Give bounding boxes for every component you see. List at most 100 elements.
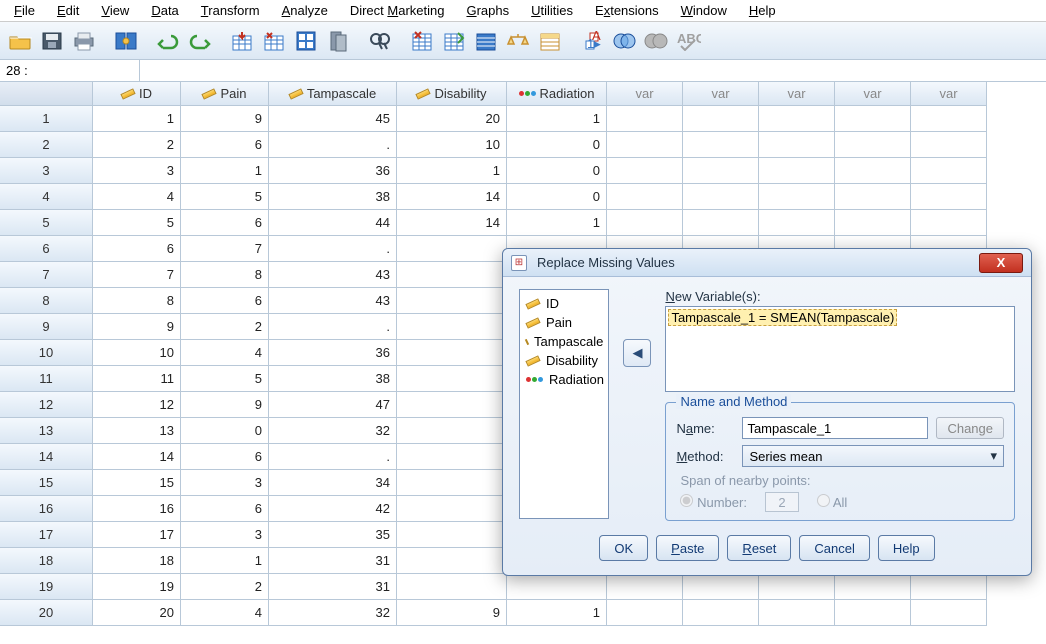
var-item-id[interactable]: ID — [524, 294, 604, 313]
cell[interactable] — [397, 444, 507, 470]
row-header[interactable]: 18 — [0, 548, 93, 574]
print-icon[interactable] — [70, 27, 98, 55]
cell[interactable]: 43 — [269, 288, 397, 314]
row-header[interactable]: 14 — [0, 444, 93, 470]
cell[interactable]: 6 — [181, 288, 269, 314]
menu-extensions[interactable]: Extensions — [585, 1, 669, 20]
col-header-id[interactable]: ID — [93, 82, 181, 106]
col-header-var[interactable]: var — [835, 82, 911, 106]
cell[interactable]: 8 — [93, 288, 181, 314]
cell[interactable] — [683, 158, 759, 184]
variables-icon[interactable] — [292, 27, 320, 55]
cell[interactable]: 0 — [507, 184, 607, 210]
cell[interactable] — [835, 210, 911, 236]
cell[interactable]: 47 — [269, 392, 397, 418]
cell[interactable]: 2 — [181, 574, 269, 600]
find-icon[interactable] — [366, 27, 394, 55]
col-header-var[interactable]: var — [911, 82, 987, 106]
cell[interactable]: 0 — [507, 132, 607, 158]
cell[interactable]: 14 — [397, 210, 507, 236]
cell[interactable]: 3 — [181, 522, 269, 548]
row-header[interactable]: 8 — [0, 288, 93, 314]
goto-var-icon[interactable] — [260, 27, 288, 55]
col-header-var[interactable]: var — [683, 82, 759, 106]
ok-button[interactable]: OK — [599, 535, 648, 561]
cell[interactable] — [397, 522, 507, 548]
var-item-pain[interactable]: Pain — [524, 313, 604, 332]
paste-button[interactable]: Paste — [656, 535, 719, 561]
cell[interactable] — [607, 158, 683, 184]
help-button[interactable]: Help — [878, 535, 935, 561]
move-left-button[interactable]: ◀ — [623, 339, 651, 367]
cell[interactable] — [759, 158, 835, 184]
col-header-var[interactable]: var — [759, 82, 835, 106]
col-header-tampascale[interactable]: Tampascale — [269, 82, 397, 106]
row-header[interactable]: 10 — [0, 340, 93, 366]
menu-transform[interactable]: Transform — [191, 1, 270, 20]
cell[interactable]: 42 — [269, 496, 397, 522]
cell[interactable] — [911, 106, 987, 132]
cell[interactable] — [397, 574, 507, 600]
cell[interactable]: 6 — [181, 210, 269, 236]
cell[interactable]: 45 — [269, 106, 397, 132]
cell[interactable]: 11 — [93, 366, 181, 392]
redo-icon[interactable] — [186, 27, 214, 55]
cell[interactable]: 14 — [397, 184, 507, 210]
cell[interactable]: 36 — [269, 158, 397, 184]
cell[interactable]: . — [269, 236, 397, 262]
cell[interactable] — [397, 340, 507, 366]
cell[interactable]: 0 — [181, 418, 269, 444]
row-header[interactable]: 3 — [0, 158, 93, 184]
cell[interactable]: 38 — [269, 366, 397, 392]
cell[interactable]: 34 — [269, 470, 397, 496]
save-icon[interactable] — [38, 27, 66, 55]
cell[interactable]: 35 — [269, 522, 397, 548]
menu-analyze[interactable]: Analyze — [272, 1, 338, 20]
cell[interactable] — [397, 470, 507, 496]
cell[interactable] — [911, 210, 987, 236]
cell[interactable]: 36 — [269, 340, 397, 366]
value-labels-icon[interactable] — [536, 27, 564, 55]
row-header[interactable]: 11 — [0, 366, 93, 392]
cell[interactable]: . — [269, 132, 397, 158]
cell[interactable]: 3 — [93, 158, 181, 184]
menu-utilities[interactable]: Utilities — [521, 1, 583, 20]
cell[interactable] — [835, 574, 911, 600]
cell[interactable] — [507, 574, 607, 600]
col-header-radiation[interactable]: Radiation — [507, 82, 607, 106]
select-cases-icon[interactable] — [440, 27, 468, 55]
cell[interactable] — [607, 574, 683, 600]
cell[interactable] — [683, 184, 759, 210]
cell[interactable]: 3 — [181, 470, 269, 496]
cell[interactable]: 20 — [397, 106, 507, 132]
cell[interactable] — [397, 262, 507, 288]
cell[interactable]: 8 — [181, 262, 269, 288]
menu-graphs[interactable]: Graphs — [456, 1, 519, 20]
menu-file[interactable]: FFileile — [4, 1, 45, 20]
row-header[interactable]: 20 — [0, 600, 93, 626]
cell[interactable]: 1 — [507, 600, 607, 626]
menu-direct-marketing[interactable]: Direct Marketing — [340, 1, 455, 20]
cell[interactable] — [683, 600, 759, 626]
cell[interactable] — [835, 106, 911, 132]
cell[interactable]: 31 — [269, 574, 397, 600]
cell[interactable]: 14 — [93, 444, 181, 470]
cell[interactable] — [759, 184, 835, 210]
cell[interactable]: 1 — [507, 210, 607, 236]
cell[interactable]: 20 — [93, 600, 181, 626]
variable-list[interactable]: ID Pain Tampascale Disability Radiation — [519, 289, 609, 519]
cell[interactable]: 1 — [93, 106, 181, 132]
cell[interactable]: 4 — [93, 184, 181, 210]
menu-data[interactable]: Data — [141, 1, 188, 20]
venn-icon[interactable] — [610, 27, 638, 55]
cell[interactable] — [759, 574, 835, 600]
cell[interactable]: 2 — [181, 314, 269, 340]
cell[interactable] — [607, 600, 683, 626]
cell[interactable]: 44 — [269, 210, 397, 236]
name-input[interactable] — [742, 417, 928, 439]
cell[interactable]: 4 — [181, 340, 269, 366]
cell[interactable] — [683, 106, 759, 132]
row-header[interactable]: 5 — [0, 210, 93, 236]
cell[interactable]: . — [269, 314, 397, 340]
cell[interactable]: 16 — [93, 496, 181, 522]
